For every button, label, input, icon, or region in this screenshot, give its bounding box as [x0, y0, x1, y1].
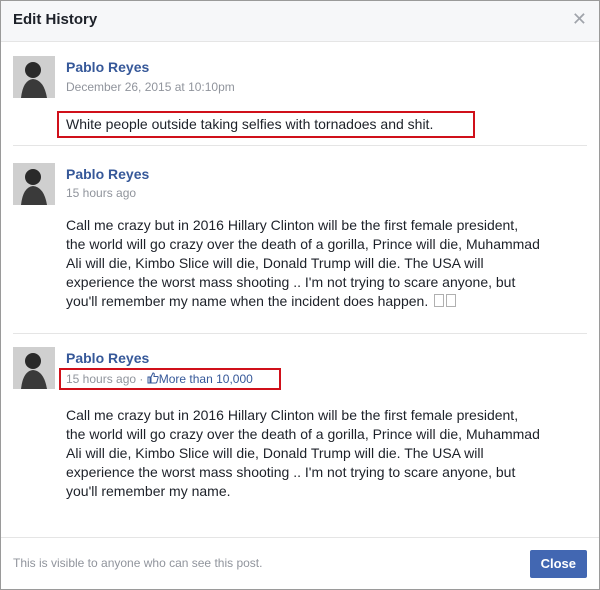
separator: ·	[139, 372, 144, 386]
dialog-footer: This is visible to anyone who can see th…	[1, 537, 599, 589]
dialog-title: Edit History	[13, 11, 98, 28]
emoji-placeholder	[434, 294, 445, 307]
timestamp[interactable]: 15 hours ago	[66, 186, 136, 200]
thumbs-up-icon	[147, 372, 159, 384]
avatar[interactable]	[13, 56, 55, 98]
timestamp[interactable]: 15 hours ago	[66, 372, 136, 386]
post-text: White people outside taking selfies with…	[66, 116, 434, 132]
visibility-note: This is visible to anyone who can see th…	[13, 556, 263, 570]
likes-count[interactable]: More than 10,000	[159, 372, 253, 386]
author-name[interactable]: Pablo Reyes	[66, 59, 149, 75]
likes-link[interactable]: More than 10,000	[147, 372, 253, 386]
post-text-content: Call me crazy but in 2016 Hillary Clinto…	[66, 217, 540, 309]
timestamp[interactable]: December 26, 2015 at 10:10pm	[66, 80, 235, 94]
emoji-placeholder	[446, 294, 457, 307]
timestamp-row: 15 hours ago · More than 10,000	[66, 372, 253, 386]
avatar[interactable]	[13, 163, 55, 205]
divider	[13, 333, 587, 334]
close-icon[interactable]: ✕	[572, 9, 587, 29]
post-text: Call me crazy but in 2016 Hillary Clinto…	[66, 407, 540, 499]
author-name[interactable]: Pablo Reyes	[66, 166, 149, 182]
author-name[interactable]: Pablo Reyes	[66, 350, 149, 366]
avatar[interactable]	[13, 347, 55, 389]
dialog-header: Edit History ✕	[1, 1, 599, 42]
divider	[13, 145, 587, 146]
edit-history-dialog: Edit History ✕ Pablo Reyes December 26, …	[0, 0, 600, 590]
post-text: Call me crazy but in 2016 Hillary Clinto…	[66, 216, 576, 311]
close-button[interactable]: Close	[529, 550, 587, 578]
